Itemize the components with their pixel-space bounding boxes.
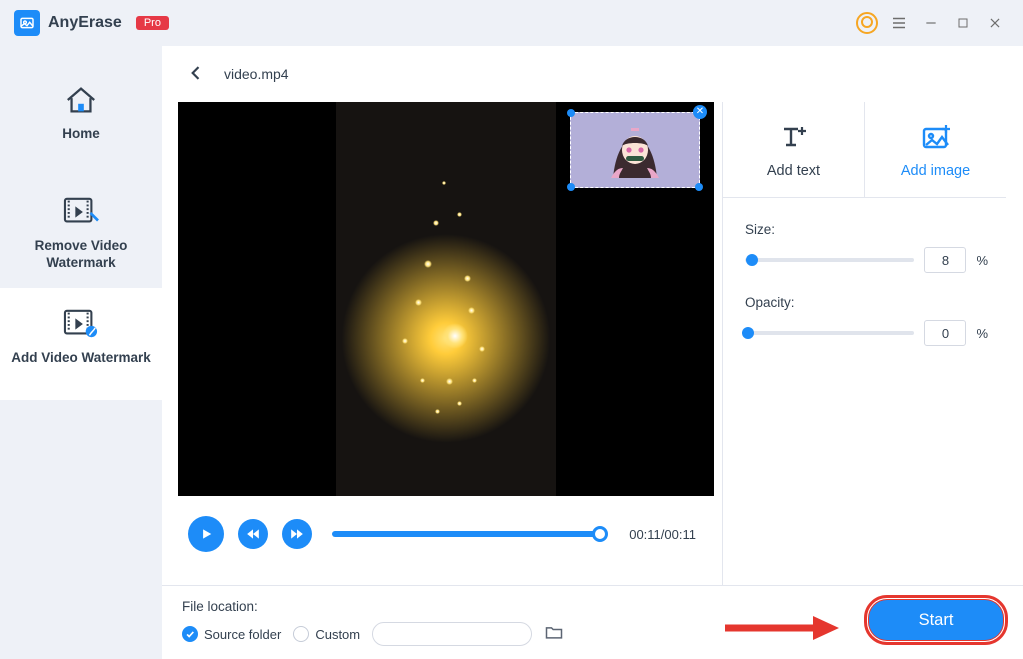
remove-watermark-icon bbox=[61, 194, 101, 230]
properties-panel: Add text Add image Size: % Opacity: bbox=[722, 102, 1006, 585]
opacity-unit: % bbox=[976, 326, 988, 341]
account-icon bbox=[856, 12, 878, 34]
size-slider[interactable] bbox=[745, 258, 914, 262]
radio-label: Source folder bbox=[204, 627, 281, 642]
sidebar-item-add-watermark[interactable]: Add Video Watermark bbox=[0, 288, 162, 400]
custom-path-input[interactable] bbox=[372, 622, 532, 646]
opacity-input[interactable] bbox=[924, 320, 966, 346]
opacity-label: Opacity: bbox=[745, 295, 988, 310]
rewind-button[interactable] bbox=[238, 519, 268, 549]
size-label: Size: bbox=[745, 222, 988, 237]
resize-handle-tl[interactable] bbox=[567, 109, 575, 117]
watermark-image bbox=[605, 120, 665, 180]
forward-button[interactable] bbox=[282, 519, 312, 549]
app-name: AnyErase bbox=[48, 14, 122, 32]
minimize-button[interactable] bbox=[917, 9, 945, 37]
resize-handle-bl[interactable] bbox=[567, 183, 575, 191]
tab-add-text[interactable]: Add text bbox=[723, 102, 864, 197]
video-content bbox=[336, 102, 556, 496]
opacity-slider[interactable] bbox=[745, 331, 914, 335]
radio-label: Custom bbox=[315, 627, 360, 642]
bottom-bar: File location: Source folder Custom bbox=[162, 585, 1023, 659]
app-logo-icon bbox=[14, 10, 40, 36]
sidebar: Home Remove Video Watermark Add Video Wa… bbox=[0, 46, 162, 659]
close-icon bbox=[988, 16, 1002, 30]
player-controls: 00:11/00:11 bbox=[170, 496, 714, 572]
size-input[interactable] bbox=[924, 247, 966, 273]
sidebar-item-remove-watermark[interactable]: Remove Video Watermark bbox=[0, 176, 162, 288]
progress-bar[interactable] bbox=[332, 531, 601, 537]
play-icon bbox=[199, 527, 213, 541]
radio-custom[interactable]: Custom bbox=[293, 626, 360, 642]
back-button[interactable] bbox=[186, 63, 208, 85]
sidebar-item-label: Remove Video Watermark bbox=[0, 238, 162, 272]
maximize-icon bbox=[957, 17, 969, 29]
current-filename: video.mp4 bbox=[224, 66, 289, 82]
add-text-icon bbox=[778, 121, 810, 153]
video-stage: ✕ 00:11/00:11 bbox=[162, 102, 722, 585]
resize-handle-br[interactable] bbox=[695, 183, 703, 191]
titlebar: AnyErase Pro bbox=[0, 0, 1023, 46]
add-image-icon bbox=[920, 121, 952, 153]
tab-label: Add text bbox=[767, 163, 820, 179]
account-button[interactable] bbox=[853, 9, 881, 37]
progress-thumb[interactable] bbox=[592, 526, 608, 542]
forward-icon bbox=[290, 527, 304, 541]
minimize-icon bbox=[924, 16, 938, 30]
browse-folder-button[interactable] bbox=[544, 623, 564, 646]
pro-badge: Pro bbox=[136, 16, 169, 30]
watermark-mode-tabs: Add text Add image bbox=[723, 102, 1006, 198]
home-icon bbox=[61, 82, 101, 118]
maximize-button[interactable] bbox=[949, 9, 977, 37]
rewind-icon bbox=[246, 527, 260, 541]
sidebar-item-label: Add Video Watermark bbox=[11, 350, 151, 367]
close-window-button[interactable] bbox=[981, 9, 1009, 37]
breadcrumb: video.mp4 bbox=[162, 46, 1023, 102]
folder-open-icon bbox=[544, 623, 564, 641]
add-watermark-icon bbox=[61, 306, 101, 342]
start-button[interactable]: Start bbox=[869, 600, 1003, 640]
tab-add-image[interactable]: Add image bbox=[864, 102, 1006, 197]
app-logo: AnyErase Pro bbox=[14, 10, 169, 36]
sidebar-item-label: Home bbox=[62, 126, 100, 143]
file-location-label: File location: bbox=[182, 599, 564, 614]
menu-button[interactable] bbox=[885, 9, 913, 37]
sidebar-item-home[interactable]: Home bbox=[0, 64, 162, 176]
timecode: 00:11/00:11 bbox=[629, 527, 696, 542]
video-preview[interactable]: ✕ bbox=[178, 102, 714, 496]
size-unit: % bbox=[976, 253, 988, 268]
remove-watermark-button[interactable]: ✕ bbox=[693, 105, 707, 119]
chevron-left-icon bbox=[186, 63, 206, 83]
radio-source-folder[interactable]: Source folder bbox=[182, 626, 281, 642]
content-area: video.mp4 bbox=[162, 46, 1023, 659]
play-button[interactable] bbox=[188, 516, 224, 552]
tab-label: Add image bbox=[901, 163, 970, 179]
watermark-overlay[interactable]: ✕ bbox=[570, 112, 700, 188]
menu-icon bbox=[890, 14, 908, 32]
annotation-arrow bbox=[721, 614, 841, 642]
